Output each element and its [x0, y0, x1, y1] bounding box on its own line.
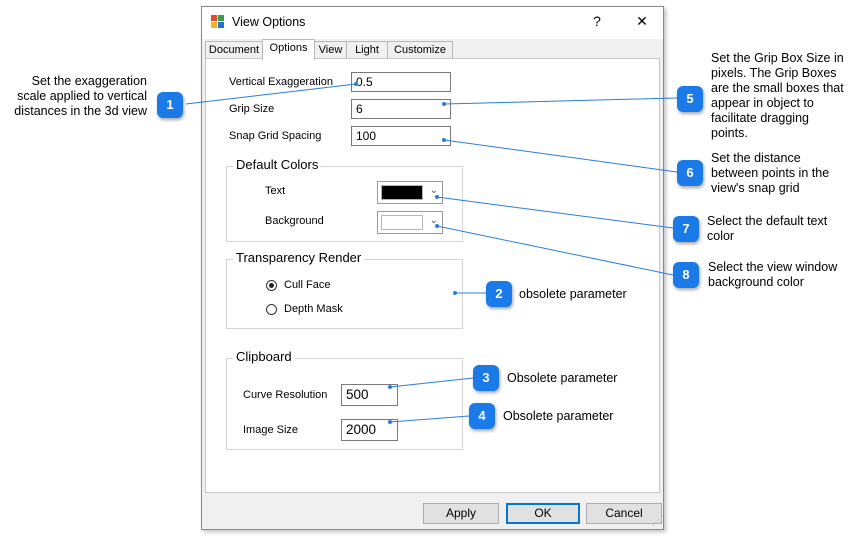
callout-8-text: Select the view window background color [708, 260, 838, 289]
callout-2-badge: 2 [486, 281, 512, 307]
callout-6-badge: 6 [677, 160, 703, 186]
callout-4-text: Obsolete parameter [503, 409, 614, 423]
callout-3-text: Obsolete parameter [507, 371, 618, 385]
callout-8-badge: 8 [673, 262, 699, 288]
callout-1-badge: 1 [157, 92, 183, 118]
callout-2-text: obsolete parameter [519, 287, 627, 301]
tab-options[interactable]: Options [262, 39, 315, 60]
callout-1-text: Set the exaggeration scale applied to ve… [14, 74, 147, 118]
callout-6-text: Set the distance between points in the v… [711, 151, 830, 195]
callout-3-badge: 3 [473, 365, 499, 391]
callout-7-badge: 7 [673, 216, 699, 242]
callout-4-badge: 4 [469, 403, 495, 429]
callout-5-badge: 5 [677, 86, 703, 112]
callout-7-text: Select the default text color [707, 214, 828, 243]
callout-5-text: Set the Grip Box Size in pixels. The Gri… [711, 51, 844, 140]
